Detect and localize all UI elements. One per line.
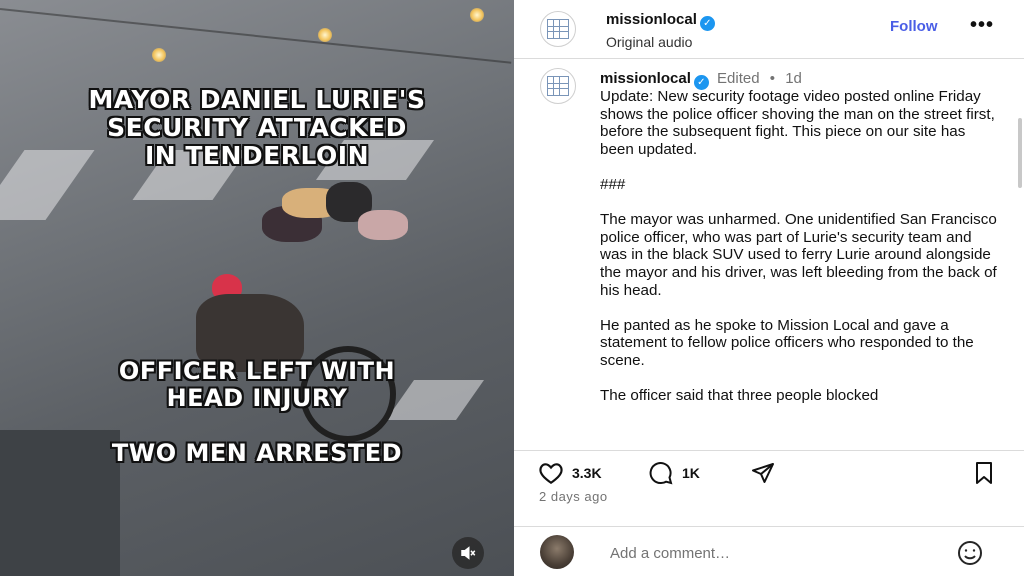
post-panel: missionlocal ✓ Original audio Follow ••• … xyxy=(514,0,1024,576)
missionlocal-logo-icon xyxy=(547,76,569,96)
verified-badge-icon: ✓ xyxy=(699,16,715,31)
scuffle-figures xyxy=(262,182,412,248)
like-button[interactable]: 3.3K xyxy=(538,461,602,485)
reel-video[interactable]: MAYOR DANIEL LURIE'S SECURITY ATTACKED I… xyxy=(0,0,514,576)
audio-label[interactable]: Original audio xyxy=(606,34,715,50)
follow-button[interactable]: Follow xyxy=(890,18,938,35)
post-age: 1d xyxy=(785,70,802,87)
video-caption-arrests: TWO MEN ARRESTED xyxy=(111,439,403,467)
caption-scroll-area[interactable]: missionlocal ✓ Edited • 1d Update: New se… xyxy=(514,58,1024,450)
string-light xyxy=(318,28,332,42)
posted-time[interactable]: 2 days ago xyxy=(539,489,608,504)
caption-paragraph: ### xyxy=(600,175,626,193)
send-paper-plane-icon xyxy=(752,463,774,483)
caption-paragraph: He panted as he spoke to Mission Local a… xyxy=(600,316,974,369)
more-options-button[interactable]: ••• xyxy=(970,14,994,37)
post-header: missionlocal ✓ Original audio Follow ••• xyxy=(514,0,1024,59)
account-info: missionlocal ✓ Original audio xyxy=(606,11,715,50)
bookmark-icon xyxy=(976,462,992,484)
comment-bubble-icon xyxy=(649,462,673,485)
speaker-muted-icon xyxy=(461,546,476,560)
caption-author-username[interactable]: missionlocal xyxy=(600,70,691,87)
caption-paragraph: The officer said that three people block… xyxy=(600,387,879,405)
share-button[interactable] xyxy=(750,461,776,485)
current-user-avatar xyxy=(540,535,574,569)
string-light xyxy=(470,8,484,22)
account-username[interactable]: missionlocal xyxy=(606,11,697,28)
mute-button[interactable] xyxy=(452,537,484,569)
meta-separator: • xyxy=(769,70,776,87)
account-avatar[interactable] xyxy=(540,11,576,47)
caption-paragraph: The mayor was unharmed. One unidentified… xyxy=(600,211,997,299)
comment-button[interactable]: 1K xyxy=(648,461,700,485)
caption-meta: missionlocal ✓ Edited • 1d xyxy=(600,70,802,90)
caption-paragraph: Update: New security footage video poste… xyxy=(600,88,995,158)
heart-icon xyxy=(539,463,563,485)
add-comment-bar xyxy=(514,526,1024,577)
scrollbar-thumb[interactable] xyxy=(1018,118,1022,188)
caption-author-avatar[interactable] xyxy=(540,68,576,104)
save-button[interactable] xyxy=(972,461,996,485)
comment-input[interactable] xyxy=(608,541,932,565)
emoji-smiley-icon[interactable] xyxy=(954,537,986,569)
like-count: 3.3K xyxy=(572,465,602,481)
edited-label: Edited xyxy=(717,70,760,87)
video-caption-headline: MAYOR DANIEL LURIE'S SECURITY ATTACKED I… xyxy=(88,85,426,170)
string-light xyxy=(152,48,166,62)
comment-count: 1K xyxy=(682,465,700,481)
caption-text: Update: New security footage video poste… xyxy=(600,88,1000,422)
missionlocal-logo-icon xyxy=(547,19,569,39)
string-lights-wire xyxy=(0,8,512,64)
action-bar: 3.3K 1K 2 days ago xyxy=(514,450,1024,527)
video-caption-injury: OFFICER LEFT WITH HEAD INJURY xyxy=(118,357,396,412)
